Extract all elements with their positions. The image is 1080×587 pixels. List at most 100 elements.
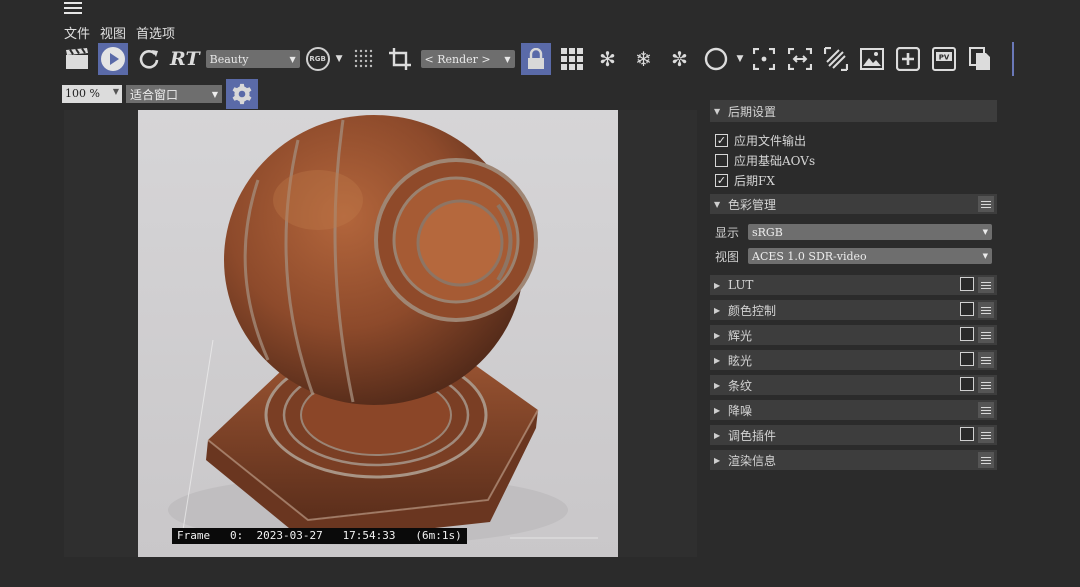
grid-icon[interactable] (557, 43, 587, 75)
pass-select[interactable]: Beauty ▼ (205, 50, 300, 68)
focus-icon[interactable] (749, 43, 779, 75)
dot-grid-icon[interactable] (349, 43, 379, 75)
clapper-icon[interactable] (62, 43, 92, 75)
render-region-select[interactable]: < Render > ▼ (420, 50, 515, 68)
checkbox-row-post-fx[interactable]: ✓ 后期FX (710, 170, 997, 190)
menu-file[interactable]: 文件 (64, 23, 90, 42)
section-menu-icon[interactable] (978, 402, 994, 418)
edit-region-icon[interactable] (821, 43, 851, 75)
section-menu-icon[interactable] (978, 277, 994, 293)
play-render-button[interactable] (98, 43, 128, 75)
snowflake-g-icon[interactable]: ✼ (665, 43, 695, 75)
checkbox-row-base-aovs[interactable]: 应用基础AOVs (710, 150, 997, 170)
section-menu-icon[interactable] (978, 302, 994, 318)
render-toolbar: RT Beauty ▼ RGB ▼ < Render > ▼ ✻ ❄ ✼ ▼ PV (62, 42, 995, 76)
section-color-management[interactable]: ▼ 色彩管理 (710, 194, 997, 214)
section-menu-icon[interactable] (978, 377, 994, 393)
section-menu-icon[interactable] (978, 327, 994, 343)
menu-preferences[interactable]: 首选项 (136, 23, 175, 42)
compare-icon[interactable] (785, 43, 815, 75)
chevron-down-icon: ▼ (211, 89, 218, 99)
rt-toggle[interactable]: RT (170, 48, 200, 70)
section-grading-plugin[interactable]: ▶ 调色插件 (710, 425, 997, 445)
menu-view[interactable]: 视图 (100, 23, 126, 42)
rgb-channel-icon[interactable]: RGB (305, 47, 330, 71)
collapsed-arrow-icon: ▶ (714, 405, 721, 415)
collapsed-arrow-icon: ▶ (714, 330, 721, 340)
section-menu-icon[interactable] (978, 196, 994, 212)
snowflake-icon[interactable]: ✻ (593, 43, 623, 75)
zoom-input[interactable]: 100 % ▼ (62, 85, 122, 103)
section-title: 眩光 (728, 353, 753, 368)
section-enable-checkbox[interactable] (960, 352, 974, 366)
chevron-down-icon: ▼ (504, 54, 511, 64)
collapse-arrow-icon: ▼ (714, 106, 721, 116)
chevron-down-icon[interactable]: ▼ (336, 54, 343, 64)
chevron-down-icon: ▼ (982, 252, 988, 260)
lock-icon[interactable] (520, 43, 551, 75)
main-menu-icon[interactable] (64, 0, 82, 14)
collapsed-arrow-icon: ▶ (714, 455, 721, 465)
checkbox-checked-icon[interactable]: ✓ (715, 173, 728, 187)
refresh-icon[interactable] (134, 43, 164, 75)
collapsed-arrow-icon: ▶ (714, 280, 721, 290)
section-color-control[interactable]: ▶ 颜色控制 (710, 300, 997, 320)
section-enable-checkbox[interactable] (960, 427, 974, 441)
section-bloom[interactable]: ▶ 辉光 (710, 325, 997, 345)
view-value: ACES 1.0 SDR-video (752, 249, 867, 263)
section-title: 渲染信息 (728, 453, 777, 468)
fit-window-select[interactable]: 适合窗口 ▼ (126, 85, 222, 103)
section-title: LUT (728, 278, 754, 292)
view-select[interactable]: ACES 1.0 SDR-video ▼ (748, 248, 992, 264)
frame-info-label: Frame 0: 2023-03-27 17:54:33 (6m:1s) (172, 528, 467, 544)
circle-icon[interactable] (701, 43, 731, 75)
collapsed-arrow-icon: ▶ (714, 380, 721, 390)
view-toolbar: 100 % ▼ 适合窗口 ▼ (62, 79, 258, 109)
section-post-settings[interactable]: ▼ 后期设置 (710, 100, 997, 122)
fit-select-value: 适合窗口 (130, 87, 179, 102)
section-title: 条纹 (728, 378, 753, 393)
section-streaks[interactable]: ▶ 条纹 (710, 375, 997, 395)
checkbox-checked-icon[interactable]: ✓ (715, 133, 728, 147)
crop-icon[interactable] (385, 43, 415, 75)
section-lut[interactable]: ▶ LUT (710, 275, 997, 295)
checkbox-unchecked-icon[interactable] (715, 153, 728, 167)
chevron-down-icon: ▼ (289, 54, 296, 64)
section-menu-icon[interactable] (978, 352, 994, 368)
chevron-down-icon: ▼ (112, 87, 119, 96)
collapsed-arrow-icon: ▶ (714, 355, 721, 365)
section-glare[interactable]: ▶ 眩光 (710, 350, 997, 370)
snowflake-a-icon[interactable]: ❄ (629, 43, 659, 75)
section-title: 颜色控制 (728, 303, 777, 318)
image-icon[interactable] (857, 43, 887, 75)
section-enable-checkbox[interactable] (960, 377, 974, 391)
expanded-arrow-icon: ▼ (714, 199, 721, 209)
menu-bar: 文件 视图 首选项 (64, 23, 175, 42)
render-viewport[interactable]: Frame 0: 2023-03-27 17:54:33 (6m:1s) (64, 110, 697, 557)
section-menu-icon[interactable] (978, 427, 994, 443)
section-enable-checkbox[interactable] (960, 327, 974, 341)
display-select[interactable]: sRGB ▼ (748, 224, 992, 240)
view-label: 视图 (715, 249, 740, 264)
section-denoise[interactable]: ▶ 降噪 (710, 400, 997, 420)
checkbox-label: 后期FX (734, 173, 775, 188)
copy-icon[interactable] (965, 43, 995, 75)
section-menu-icon[interactable] (978, 452, 994, 468)
chevron-down-icon[interactable]: ▼ (737, 54, 744, 64)
checkbox-label: 应用文件输出 (734, 133, 807, 148)
render-select-value: < Render > (424, 52, 491, 66)
checkbox-row-file-output[interactable]: ✓ 应用文件输出 (710, 130, 997, 150)
section-render-info[interactable]: ▶ 渲染信息 (710, 450, 997, 470)
zoom-value: 100 % (65, 87, 100, 100)
toolbar-divider (1012, 42, 1014, 76)
section-enable-checkbox[interactable] (960, 302, 974, 316)
section-title: 降噪 (728, 403, 753, 418)
section-enable-checkbox[interactable] (960, 277, 974, 291)
section-title: 后期设置 (728, 104, 777, 119)
display-label: 显示 (715, 225, 740, 240)
picture-viewer-icon[interactable]: PV (929, 43, 959, 75)
gear-icon[interactable] (226, 79, 258, 109)
add-image-icon[interactable] (893, 43, 923, 75)
